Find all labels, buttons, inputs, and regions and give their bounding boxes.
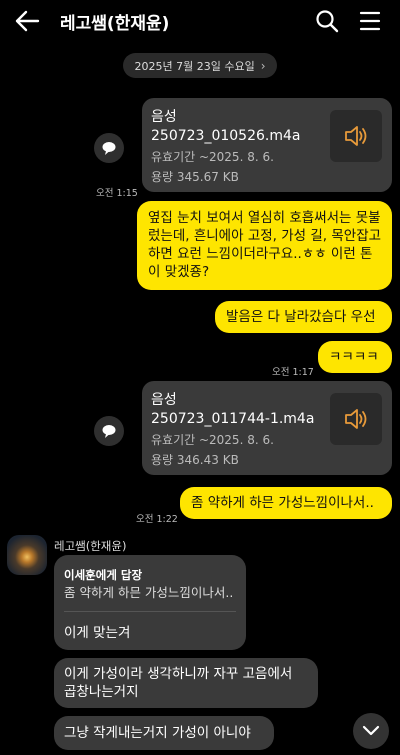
back-arrow-icon[interactable] bbox=[12, 8, 42, 34]
search-icon[interactable] bbox=[314, 8, 340, 34]
timestamp: 오전 1:22 bbox=[136, 514, 178, 525]
other-message-bubble[interactable]: 이게 가성이라 생각하니까 자꾸 고음에서 곱창나는거지 bbox=[54, 658, 318, 708]
chat-header: 레고쌤(한재윤) bbox=[0, 0, 400, 44]
chat-title: 레고쌤(한재윤) bbox=[60, 14, 170, 34]
reply-header: 이세훈에게 답장 bbox=[64, 568, 143, 582]
date-divider[interactable]: 2025년 7월 23일 수요일 › bbox=[123, 53, 277, 78]
voice-file-bubble[interactable]: 음성 250723_011744-1.m4a 유효기간 ~2025. 8. 6.… bbox=[142, 381, 392, 475]
my-message-bubble[interactable]: 옆집 눈치 보여서 열심히 호흡써서는 못불렀는데, 흔니에아 고정, 가성 길… bbox=[137, 201, 392, 290]
my-message-bubble[interactable]: ㅋㅋㅋㅋ bbox=[318, 341, 392, 373]
file-size: 용량 345.67 KB bbox=[151, 170, 239, 184]
message-text: 발음은 다 날라갔슴다 우선 bbox=[226, 309, 376, 325]
sender-name: 레고쌤(한재윤) bbox=[54, 539, 127, 553]
menu-icon[interactable] bbox=[358, 9, 382, 33]
message-text: 곱창나는거지 bbox=[64, 684, 139, 700]
reply-divider bbox=[64, 611, 236, 612]
timestamp: 오전 1:15 bbox=[96, 188, 138, 199]
avatar[interactable] bbox=[7, 535, 47, 575]
file-name: 250723_010526.m4a bbox=[151, 128, 301, 144]
chevron-down-icon bbox=[362, 722, 380, 741]
reply-quote: 좀 약하게 하믄 가성느낌이나서.. bbox=[64, 585, 234, 600]
file-type-label: 음성 bbox=[151, 109, 177, 125]
speaker-icon[interactable] bbox=[330, 110, 382, 162]
speaker-icon[interactable] bbox=[330, 393, 382, 445]
share-icon[interactable] bbox=[94, 416, 124, 446]
message-text: 옆집 눈치 보여서 열심히 호흡써서는 못불렀는데, 흔니에아 고정, 가성 길… bbox=[148, 210, 382, 280]
my-message-bubble[interactable]: 좀 약하게 하믄 가성느낌이나서.. bbox=[180, 487, 392, 519]
voice-file-bubble[interactable]: 음성 250723_010526.m4a 유효기간 ~2025. 8. 6. 용… bbox=[142, 98, 392, 192]
message-text: ㅋㅋㅋㅋ bbox=[329, 349, 379, 365]
my-message-bubble[interactable]: 발음은 다 날라갔슴다 우선 bbox=[215, 301, 392, 333]
reply-message-bubble[interactable]: 이세훈에게 답장 좀 약하게 하믄 가성느낌이나서.. 이게 맞는겨 bbox=[54, 555, 246, 650]
file-size: 용량 346.43 KB bbox=[151, 453, 239, 467]
file-expiry: 유효기간 ~2025. 8. 6. bbox=[151, 433, 274, 447]
file-name: 250723_011744-1.m4a bbox=[151, 411, 315, 427]
message-text: 그냥 작게내는거지 가성이 아니야 bbox=[64, 725, 251, 741]
file-type-label: 음성 bbox=[151, 392, 177, 408]
date-label: 2025년 7월 23일 수요일 bbox=[134, 59, 255, 73]
message-text: 이게 가성이라 생각하니까 자꾸 고음에서 bbox=[64, 666, 293, 682]
scroll-down-button[interactable] bbox=[353, 713, 389, 749]
message-text: 이게 맞는겨 bbox=[64, 625, 131, 641]
message-text: 좀 약하게 하믄 가성느낌이나서.. bbox=[191, 495, 374, 511]
share-icon[interactable] bbox=[94, 133, 124, 163]
chevron-right-icon: › bbox=[260, 58, 266, 73]
file-expiry: 유효기간 ~2025. 8. 6. bbox=[151, 150, 274, 164]
timestamp: 오전 1:17 bbox=[272, 367, 314, 378]
other-message-bubble[interactable]: 그냥 작게내는거지 가성이 아니야 bbox=[54, 716, 274, 750]
